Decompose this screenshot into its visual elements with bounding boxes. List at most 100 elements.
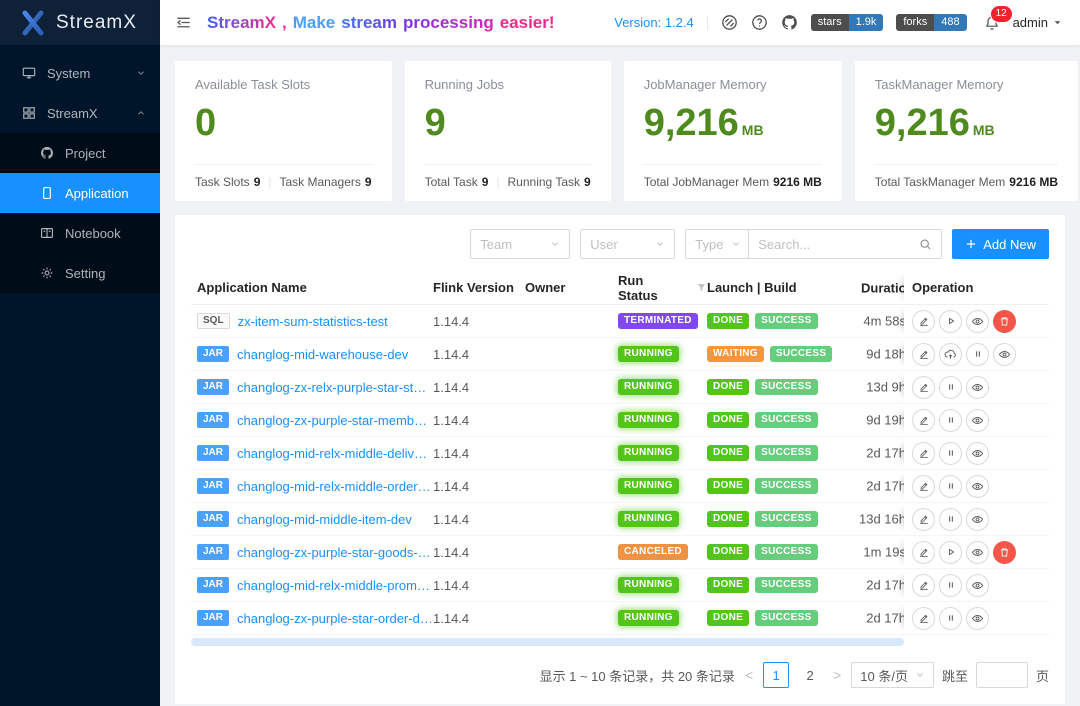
run-status-cell: RUNNING — [618, 445, 707, 461]
eye-button[interactable] — [966, 310, 989, 333]
eye-button[interactable] — [966, 409, 989, 432]
stars-badge[interactable]: stars 1.9k — [811, 14, 884, 31]
application-link[interactable]: changlog-mid-warehouse-dev — [237, 347, 408, 362]
edit-button[interactable] — [912, 574, 935, 597]
edit-button[interactable] — [912, 508, 935, 531]
forks-badge[interactable]: forks 488 — [896, 14, 966, 31]
sidebar-item-label: Application — [65, 186, 129, 201]
application-link[interactable]: changlog-zx-relx-purple-star-store-dev — [237, 380, 433, 395]
run-status-cell: RUNNING — [618, 610, 707, 626]
user-select[interactable]: User — [580, 229, 675, 259]
application-link[interactable]: changlog-mid-middle-item-dev — [237, 512, 412, 527]
stat-footer-item: Task Slots9 — [195, 175, 260, 189]
edit-button[interactable] — [912, 409, 935, 432]
build-badge: SUCCESS — [755, 445, 817, 461]
jump-label: 跳至 — [942, 666, 968, 685]
run-status-cell: CANCELED — [618, 544, 707, 560]
build-badge: SUCCESS — [755, 313, 817, 329]
run-status-badge: RUNNING — [618, 379, 679, 395]
pause-button[interactable] — [939, 607, 962, 630]
search-input[interactable] — [758, 237, 919, 252]
application-name-cell: JARchanglog-zx-purple-star-member-dev — [191, 412, 433, 428]
pause-button[interactable] — [939, 574, 962, 597]
search-icon[interactable] — [919, 238, 932, 251]
pause-button[interactable] — [939, 475, 962, 498]
page-size-select[interactable]: 10 条/页 — [851, 662, 934, 688]
eye-button[interactable] — [993, 343, 1016, 366]
user-menu[interactable]: admin — [1013, 15, 1062, 30]
page-button-1[interactable]: 1 — [763, 662, 789, 688]
application-link[interactable]: changlog-zx-purple-star-member-dev — [237, 413, 433, 428]
delete-button[interactable] — [993, 310, 1016, 333]
launch-badge: DONE — [707, 610, 749, 626]
build-badge: SUCCESS — [755, 511, 817, 527]
pause-button[interactable] — [939, 508, 962, 531]
menu-fold-icon[interactable] — [176, 15, 191, 30]
title-segment: StreamX — [207, 13, 276, 32]
col-flink-version: Flink Version — [433, 280, 525, 295]
stat-footer-item: Total Task9 — [425, 175, 489, 189]
eye-button[interactable] — [966, 541, 989, 564]
application-link[interactable]: changlog-mid-relx-middle-order-dev — [237, 479, 433, 494]
eye-button[interactable] — [966, 376, 989, 399]
play-button[interactable] — [939, 541, 962, 564]
sidebar-item-project[interactable]: Project — [0, 133, 160, 173]
grid-icon — [22, 106, 37, 121]
content: Available Task Slots 0 Task Slots9|Task … — [160, 45, 1080, 706]
application-link[interactable]: changlog-zx-purple-star-order-dev — [237, 611, 433, 626]
application-link[interactable]: changlog-mid-relx-middle-promotion-dev — [237, 578, 433, 593]
play-button[interactable] — [939, 310, 962, 333]
col-owner: Owner — [525, 280, 618, 295]
eye-button[interactable] — [966, 508, 989, 531]
application-link[interactable]: changlog-mid-relx-middle-deliver-dev — [237, 446, 433, 461]
pause-button[interactable] — [966, 343, 989, 366]
team-select[interactable]: Team — [470, 229, 570, 259]
jar-tag: JAR — [197, 478, 229, 494]
next-page-button[interactable]: > — [831, 667, 843, 683]
notifications-bell[interactable]: 12 — [984, 15, 1000, 31]
add-new-button[interactable]: Add New — [952, 229, 1049, 259]
horizontal-scrollbar[interactable] — [191, 638, 904, 646]
edit-button[interactable] — [912, 310, 935, 333]
jar-tag: JAR — [197, 544, 229, 560]
pause-button[interactable] — [939, 409, 962, 432]
eye-button[interactable] — [966, 607, 989, 630]
application-link[interactable]: changlog-zx-purple-star-goods-dev — [237, 545, 433, 560]
upload-button[interactable] — [939, 343, 962, 366]
application-link[interactable]: zx-item-sum-statistics-test — [238, 314, 388, 329]
flink-version-cell: 1.14.4 — [433, 578, 525, 593]
help-icon[interactable] — [751, 14, 768, 31]
eye-button[interactable] — [966, 475, 989, 498]
delete-button[interactable] — [993, 541, 1016, 564]
run-status-cell: RUNNING — [618, 478, 707, 494]
stat-footer-item: Task Managers9 — [280, 175, 372, 189]
type-select[interactable]: Type — [685, 229, 749, 259]
filter-funnel-icon[interactable] — [696, 282, 707, 293]
edit-button[interactable] — [912, 475, 935, 498]
edit-button[interactable] — [912, 541, 935, 564]
sidebar-item-notebook[interactable]: Notebook — [0, 213, 160, 253]
chevron-down-icon — [915, 670, 925, 680]
edit-button[interactable] — [912, 442, 935, 465]
eye-button[interactable] — [966, 574, 989, 597]
edit-button[interactable] — [912, 376, 935, 399]
sidebar-item-application[interactable]: Application — [0, 173, 160, 213]
link-icon[interactable] — [721, 14, 738, 31]
run-status-badge: RUNNING — [618, 445, 679, 461]
prev-page-button[interactable]: < — [743, 667, 755, 683]
sidebar-item-system[interactable]: System — [0, 53, 160, 93]
jump-page-input[interactable] — [976, 662, 1028, 688]
edit-button[interactable] — [912, 343, 935, 366]
pause-button[interactable] — [939, 376, 962, 399]
operation-cell — [904, 305, 1049, 337]
eye-button[interactable] — [966, 442, 989, 465]
stat-footer: Task Slots9|Task Managers9 — [195, 164, 372, 189]
chevron-down-icon — [550, 239, 560, 249]
page-button-2[interactable]: 2 — [797, 662, 823, 688]
github-icon[interactable] — [781, 14, 798, 31]
sidebar-item-setting[interactable]: Setting — [0, 253, 160, 293]
sidebar-item-streamx[interactable]: StreamX — [0, 93, 160, 133]
pause-button[interactable] — [939, 442, 962, 465]
flink-version-cell: 1.14.4 — [433, 413, 525, 428]
edit-button[interactable] — [912, 607, 935, 630]
